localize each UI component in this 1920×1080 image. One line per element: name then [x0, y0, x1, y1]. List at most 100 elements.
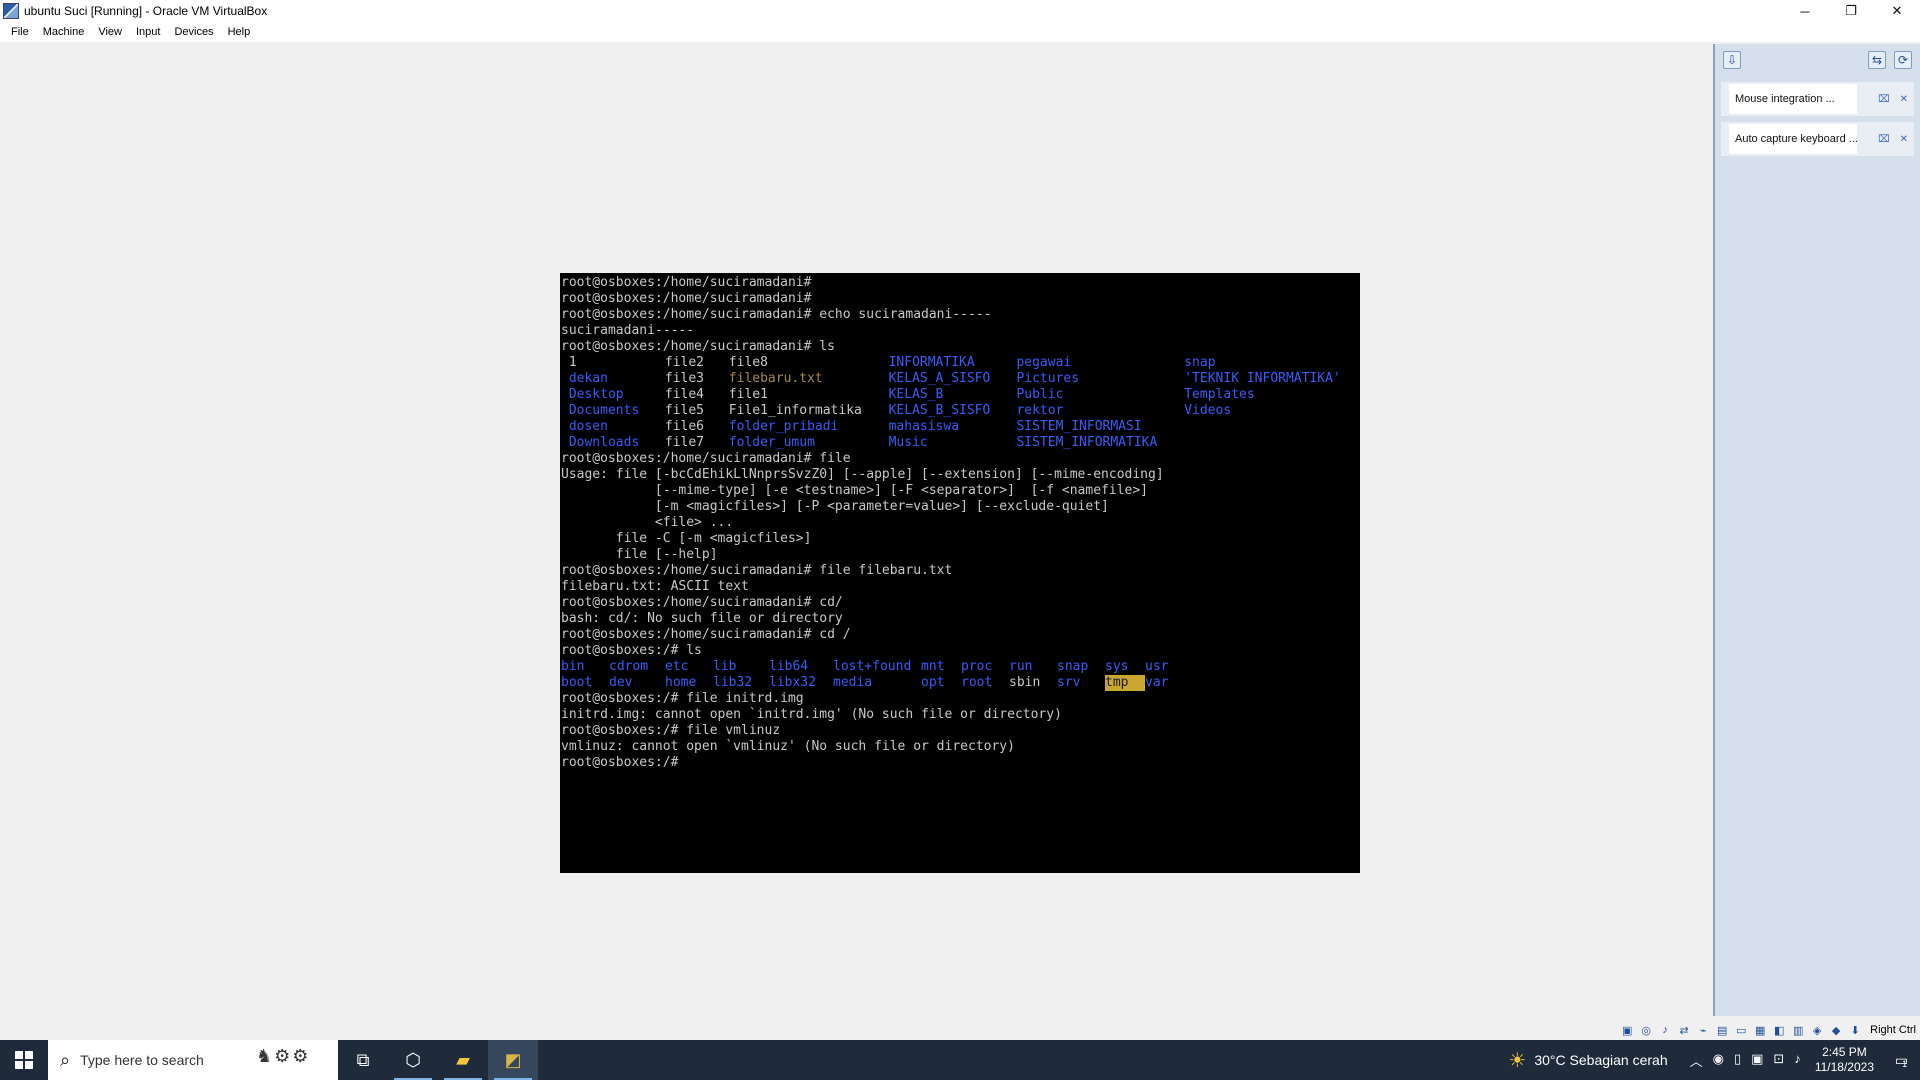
- record-icon[interactable]: ◉: [1713, 1051, 1724, 1070]
- dismiss-all-icon[interactable]: ⟳: [1894, 51, 1912, 69]
- chevron-up-icon[interactable]: ︿: [1690, 1051, 1703, 1070]
- terminal-line: [--mime-type] [-e <testname>] [-F <separ…: [561, 483, 1148, 498]
- notification-panel-header: ⇩ ⇆ ⟳: [1715, 44, 1920, 76]
- virtualbox-vm-icon: ◩: [504, 1049, 522, 1070]
- ls-entry: File1_informatika: [728, 403, 862, 418]
- notification-center-button[interactable]: ▭ 1: [1888, 1040, 1914, 1080]
- ls-entry: libx32: [769, 675, 816, 690]
- network-icon[interactable]: ⊡: [1773, 1051, 1784, 1070]
- ls-entry: 1: [561, 355, 577, 370]
- notification-auto-capture-keyboard[interactable]: Auto capture keyboard ... ⌧ ✕: [1721, 122, 1914, 156]
- ls-entry: file5: [664, 403, 705, 418]
- pin-icon[interactable]: ⇩: [1723, 51, 1741, 69]
- terminal-line: <file> ...: [561, 515, 734, 530]
- ls-entry: sbin: [1009, 675, 1041, 690]
- menu-file[interactable]: File: [4, 26, 36, 38]
- terminal-line: file [--help]: [561, 547, 718, 562]
- vm-display-area[interactable]: root@osboxes:/home/suciramadani# root@osb…: [0, 42, 1712, 1032]
- taskbar-app-virtualbox-manager[interactable]: ⬡: [388, 1040, 438, 1080]
- window-title: ubuntu Suci [Running] - Oracle VM Virtua…: [24, 4, 268, 18]
- ls-entry: file3: [664, 371, 705, 386]
- ls-output-row: dosen file6 folder_pribadi mahasiswa SISTEM_…: [561, 419, 1360, 435]
- ls-entry: tmp: [1105, 675, 1145, 691]
- dont-show-again-icon[interactable]: ⌧: [1878, 134, 1890, 145]
- ls-entry: root: [961, 675, 993, 690]
- start-button[interactable]: [0, 1040, 48, 1080]
- close-notification-icon[interactable]: ✕: [1900, 94, 1908, 105]
- notification-mouse-integration[interactable]: Mouse integration ... ⌧ ✕: [1721, 82, 1914, 116]
- ls-entry: boot: [561, 675, 593, 690]
- cpu-icon[interactable]: ▥: [1790, 1022, 1806, 1038]
- menu-view[interactable]: View: [91, 26, 129, 38]
- network-icon[interactable]: ⇄: [1676, 1022, 1692, 1038]
- virtualbox-tray-icon[interactable]: ▣: [1751, 1051, 1763, 1070]
- search-icon: ⌕: [60, 1049, 71, 1070]
- notification-count: 1: [1902, 1059, 1908, 1069]
- ls-output-row: 1 file2 file8 INFORMATIKA pegawai snap: [561, 355, 1360, 371]
- terminal-line: root@osboxes:/home/suciramadani#: [561, 275, 812, 290]
- ls-entry: home: [665, 675, 697, 690]
- recording-icon[interactable]: ◧: [1771, 1022, 1787, 1038]
- ls-output-row: Downloads file7 folder_umum Music SISTEM_INF…: [561, 435, 1360, 451]
- guest-additions-icon[interactable]: ◈: [1809, 1022, 1825, 1038]
- search-highlight-art-icon[interactable]: ♞⚙⚙: [256, 1046, 330, 1074]
- restore-button[interactable]: ❐: [1828, 0, 1874, 22]
- window-controls: ─ ❐ ✕: [1782, 0, 1920, 22]
- weather-widget[interactable]: ☀ 30°C Sebagian cerah: [1508, 1048, 1667, 1073]
- taskbar-clock[interactable]: 2:45 PM 11/18/2023: [1815, 1045, 1874, 1075]
- menu-help[interactable]: Help: [221, 26, 258, 38]
- ls-entry: dekan: [561, 371, 608, 386]
- close-button[interactable]: ✕: [1874, 0, 1920, 22]
- terminal-line: root@osboxes:/home/suciramadani# cd /: [561, 627, 851, 642]
- terminal-line: Usage: file [-bcCdEhikLlNnprsSvzZ0] [--a…: [561, 467, 1164, 482]
- toggle-panel-icon[interactable]: ⇆: [1868, 51, 1886, 69]
- ls-entry: file7: [664, 435, 705, 450]
- host-key-label: Right Ctrl: [1870, 1024, 1916, 1036]
- dont-show-again-icon[interactable]: ⌧: [1878, 94, 1890, 105]
- ls-entry: 'TEKNIK INFORMATIKA': [1184, 371, 1341, 386]
- minimize-button[interactable]: ─: [1782, 0, 1828, 22]
- notification-text: Auto capture keyboard ...: [1729, 124, 1857, 154]
- keyboard-capture-icon[interactable]: ⬇: [1847, 1022, 1863, 1038]
- ls-entry: mahasiswa: [888, 419, 960, 434]
- ls-entry: INFORMATIKA: [888, 355, 975, 370]
- mouse-integration-icon[interactable]: ◆: [1828, 1022, 1844, 1038]
- ls-entry: mnt: [921, 659, 945, 674]
- menu-devices[interactable]: Devices: [167, 26, 220, 38]
- optical-drive-icon[interactable]: ◎: [1638, 1022, 1654, 1038]
- ls-entry: Music: [888, 435, 928, 450]
- video-capture-icon[interactable]: ▦: [1752, 1022, 1768, 1038]
- device-icon[interactable]: ▯: [1734, 1051, 1741, 1070]
- display-icon[interactable]: ▭: [1733, 1022, 1749, 1038]
- ls-entry: Videos: [1184, 403, 1232, 418]
- search-placeholder: Type here to search: [80, 1052, 204, 1068]
- ls-entry: SISTEM_INFORMATIKA: [1016, 435, 1158, 450]
- terminal-line: root@osboxes:/home/suciramadani# file: [561, 451, 851, 466]
- volume-icon[interactable]: ♪: [1794, 1051, 1801, 1070]
- menu-machine[interactable]: Machine: [36, 26, 92, 38]
- ls-entry: folder_umum: [728, 435, 815, 450]
- taskbar-search-box[interactable]: ⌕ Type here to search ♞⚙⚙: [48, 1040, 338, 1080]
- taskbar-app-vm-window[interactable]: ◩: [488, 1040, 538, 1080]
- menu-input[interactable]: Input: [129, 26, 167, 38]
- terminal-line: root@osboxes:/# file vmlinuz: [561, 723, 781, 738]
- ls-entry: sys: [1105, 659, 1129, 674]
- audio-icon[interactable]: ♪: [1657, 1022, 1673, 1038]
- folder-icon: ▰: [456, 1049, 470, 1070]
- ls-entry: KELAS_A_SISFO: [888, 371, 991, 386]
- ls-entry: bin: [561, 659, 585, 674]
- hard-disk-icon[interactable]: ▣: [1619, 1022, 1635, 1038]
- vm-terminal-screen[interactable]: root@osboxes:/home/suciramadani# root@osb…: [560, 273, 1360, 873]
- terminal-line: file -C [-m <magicfiles>]: [561, 531, 812, 546]
- taskbar-app-file-explorer[interactable]: ▰: [438, 1040, 488, 1080]
- shared-folders-icon[interactable]: ▤: [1714, 1022, 1730, 1038]
- ls-output-row: boot dev home lib32 libx32 media opt root sbin sr…: [561, 675, 1360, 691]
- task-view-button[interactable]: ⧉: [338, 1040, 388, 1080]
- usb-icon[interactable]: ⌁: [1695, 1022, 1711, 1038]
- ls-entry: cdrom: [609, 659, 649, 674]
- close-notification-icon[interactable]: ✕: [1900, 134, 1908, 145]
- terminal-line: initrd.img: cannot open `initrd.img' (No…: [561, 707, 1062, 722]
- windows-logo-icon: [15, 1051, 33, 1069]
- ls-entry: file1: [728, 387, 768, 402]
- terminal-line: root@osboxes:/#: [561, 755, 679, 770]
